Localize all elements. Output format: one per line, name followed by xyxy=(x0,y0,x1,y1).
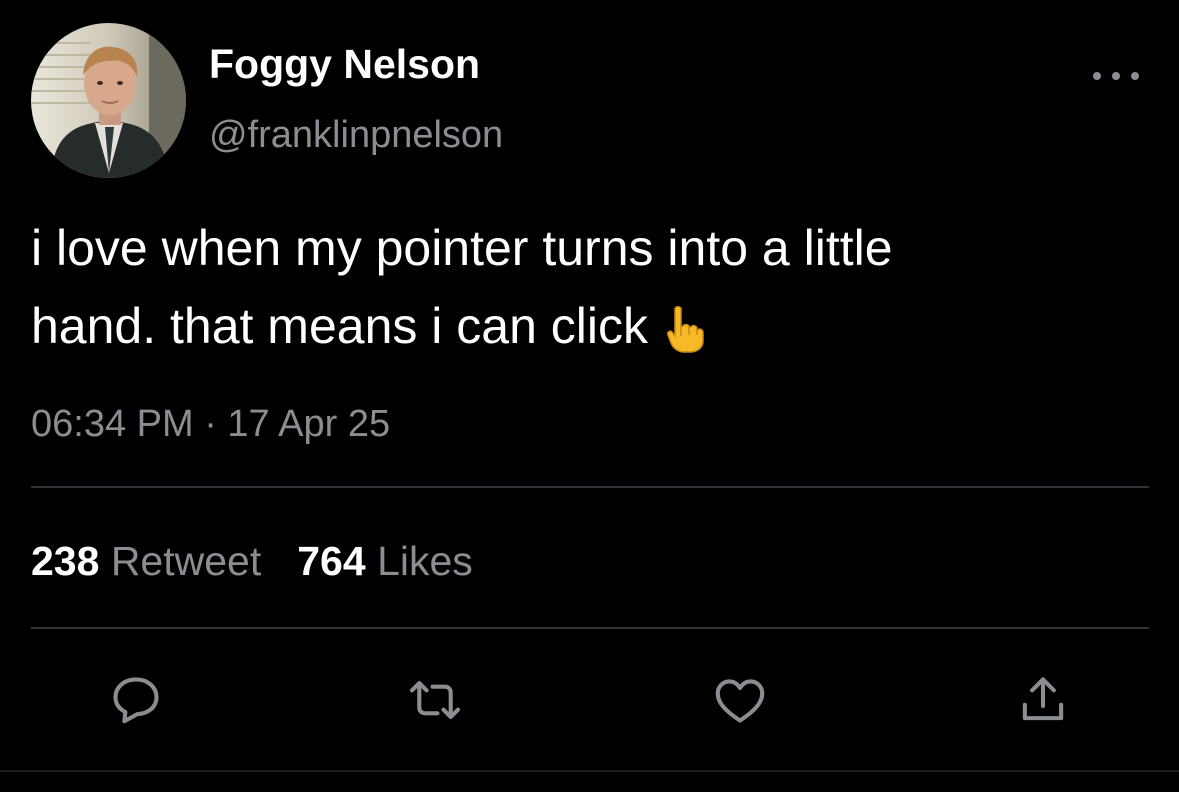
share-icon xyxy=(1022,677,1064,721)
likes-count: 764 xyxy=(297,538,366,584)
avatar[interactable] xyxy=(31,23,186,178)
display-name[interactable]: Foggy Nelson xyxy=(209,40,480,88)
divider xyxy=(0,770,1179,772)
retweets-count: 238 xyxy=(31,538,100,584)
tweet-stats: 238 Retweet 764 Likes xyxy=(31,535,473,587)
more-dot xyxy=(1131,72,1139,80)
avatar-image xyxy=(31,23,186,178)
share-button[interactable] xyxy=(1013,670,1073,730)
likes-label: Likes xyxy=(377,538,473,584)
retweet-button[interactable] xyxy=(405,670,465,730)
tweet-text-line-content: hand. that means i can click xyxy=(31,298,648,354)
more-dot xyxy=(1112,72,1120,80)
retweets-stat[interactable]: 238 Retweet xyxy=(31,538,261,584)
likes-stat[interactable]: 764 Likes xyxy=(297,538,473,584)
reply-icon xyxy=(113,677,159,724)
more-dot xyxy=(1093,72,1101,80)
retweet-icon xyxy=(409,681,461,719)
like-button[interactable] xyxy=(710,670,770,730)
pointing-hand-emoji-icon xyxy=(666,297,704,375)
reply-button[interactable] xyxy=(106,670,166,730)
tweet-timestamp[interactable]: 06:34 PM · 17 Apr 25 xyxy=(31,400,390,448)
tweet-text-line: i love when my pointer turns into a litt… xyxy=(31,220,893,276)
divider xyxy=(31,627,1149,629)
tweet-text-line: hand. that means i can click xyxy=(31,287,1141,375)
user-handle[interactable]: @franklinpnelson xyxy=(209,112,503,158)
divider xyxy=(31,486,1149,488)
retweets-label: Retweet xyxy=(110,538,262,584)
more-options-icon[interactable] xyxy=(1093,66,1139,86)
like-icon xyxy=(715,679,765,723)
tweet-text: i love when my pointer turns into a litt… xyxy=(31,209,1141,375)
